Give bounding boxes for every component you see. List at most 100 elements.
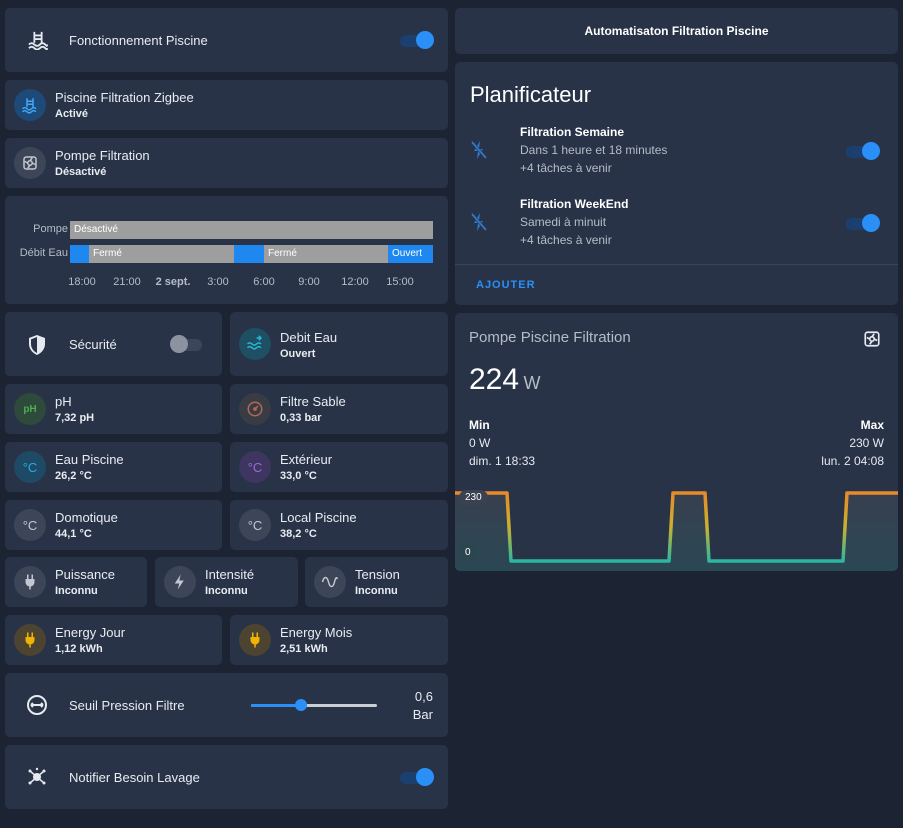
schedule-next: Dans 1 heure et 18 minutes — [520, 143, 668, 157]
min-time: dim. 1 18:33 — [469, 454, 536, 468]
wash-label: Notifier Besoin Lavage — [69, 770, 200, 785]
sensor-name: Eau Piscine — [55, 452, 124, 467]
max-label: Max — [860, 418, 884, 432]
schedule-toggle[interactable] — [844, 214, 880, 232]
current-tile[interactable]: Intensité Inconnu — [155, 557, 298, 607]
energy-name: Energy Jour — [55, 625, 126, 640]
electric-state: Inconnu — [205, 585, 248, 597]
electric-name: Intensité — [205, 567, 255, 582]
threshold-label: Seuil Pression Filtre — [69, 698, 185, 713]
sensor-name: Extérieur — [280, 452, 333, 467]
min-value: 0 W — [469, 436, 491, 450]
pool-room-temp-tile[interactable]: °C Local Piscine 38,2 °C — [230, 500, 448, 550]
pump-state: Désactivé — [55, 166, 107, 178]
plug-icon — [14, 624, 46, 656]
automation-title: Automatisaton Filtration Piscine — [584, 24, 769, 38]
zigbee-tile[interactable]: Piscine Filtration Zigbee Activé — [5, 80, 448, 130]
timeline-segment[interactable] — [70, 245, 89, 263]
voltage-tile[interactable]: Tension Inconnu — [305, 557, 448, 607]
pool-water-temp-tile[interactable]: °C Eau Piscine 26,2 °C — [5, 442, 222, 492]
energy-day-tile[interactable]: Energy Jour 1,12 kWh — [5, 615, 222, 665]
timeline-segment[interactable]: Fermé — [89, 245, 234, 263]
energy-name: Energy Mois — [280, 625, 353, 640]
flow-state: Ouvert — [280, 348, 316, 360]
energy-state: 2,51 kWh — [280, 643, 328, 655]
energy-month-tile[interactable]: Energy Mois 2,51 kWh — [230, 615, 448, 665]
schedule-item[interactable]: Filtration WeekEnd Samedi à minuit +4 tâ… — [520, 197, 628, 247]
security-label: Sécurité — [69, 337, 117, 352]
sine-wave-icon — [314, 566, 346, 598]
electric-state: Inconnu — [55, 585, 98, 597]
sensor-state: 44,1 °C — [55, 528, 92, 540]
celsius-icon: °C — [239, 451, 271, 483]
timeline-segment[interactable]: Désactivé — [70, 221, 433, 239]
domotique-temp-tile[interactable]: °C Domotique 44,1 °C — [5, 500, 222, 550]
min-label: Min — [469, 418, 490, 432]
sensor-name: Local Piscine — [280, 510, 357, 525]
schedule-toggle[interactable] — [844, 142, 880, 160]
flash-off-icon — [471, 141, 487, 159]
scheduler-title: Planificateur — [470, 82, 592, 107]
security-card[interactable]: Sécurité — [5, 312, 222, 376]
outdoor-temp-tile[interactable]: °C Extérieur 33,0 °C — [230, 442, 448, 492]
power-title: Pompe Piscine Filtration — [469, 329, 631, 346]
sensor-state: 33,0 °C — [280, 470, 317, 482]
ph-tile[interactable]: pH pH 7,32 pH — [5, 384, 222, 434]
sensor-state: 38,2 °C — [280, 528, 317, 540]
max-time: lun. 2 04:08 — [821, 454, 884, 468]
shield-icon — [29, 335, 45, 355]
water-flow-icon — [239, 328, 271, 360]
automation-title-card: Automatisaton Filtration Piscine — [455, 8, 898, 54]
timeline-row-label: Débit Eau — [19, 247, 68, 259]
pump-icon — [864, 331, 880, 347]
pump-tile[interactable]: Pompe Filtration Désactivé — [5, 138, 448, 188]
security-toggle[interactable] — [170, 335, 206, 353]
sensor-name: pH — [55, 394, 72, 409]
gauge-icon — [239, 393, 271, 425]
ph-icon: pH — [14, 393, 46, 425]
add-schedule-button[interactable]: AJOUTER — [476, 279, 536, 291]
schedule-item[interactable]: Filtration Semaine Dans 1 heure et 18 mi… — [520, 125, 667, 175]
pool-operation-toggle[interactable] — [398, 31, 434, 49]
pressure-threshold-card: Seuil Pression Filtre 0,6 Bar — [5, 673, 448, 737]
timeline-row-label: Pompe — [33, 223, 68, 235]
energy-state: 1,12 kWh — [55, 643, 103, 655]
pump-name: Pompe Filtration — [55, 148, 150, 163]
timeline-segment[interactable]: Fermé — [264, 245, 388, 263]
celsius-icon: °C — [14, 509, 46, 541]
sensor-state: 7,32 pH — [55, 412, 95, 424]
timeline-segment[interactable]: Ouvert — [388, 245, 433, 263]
wash-notify-card[interactable]: Notifier Besoin Lavage — [5, 745, 448, 809]
zigbee-name: Piscine Filtration Zigbee — [55, 90, 194, 105]
power-sensor-card[interactable]: Pompe Piscine Filtration 224 W Min 0 W d… — [455, 313, 898, 571]
flash-off-icon — [471, 213, 487, 231]
scheduler-card: Planificateur Filtration Semaine Dans 1 … — [455, 62, 898, 305]
celsius-icon: °C — [239, 509, 271, 541]
pool-icon — [28, 31, 48, 50]
pool-operation-card[interactable]: Fonctionnement Piscine — [5, 8, 448, 72]
electric-name: Tension — [355, 567, 400, 582]
threshold-unit: Bar — [412, 707, 433, 722]
graph-min-label: 0 — [459, 545, 477, 560]
splash-icon — [28, 767, 46, 785]
history-timeline-card: Pompe Débit Eau Désactivé Fermé Fermé Ou… — [5, 196, 448, 304]
zigbee-state: Activé — [55, 108, 89, 120]
electric-state: Inconnu — [355, 585, 398, 597]
power-value: 224 — [469, 363, 520, 396]
schedule-more: +4 tâches à venir — [520, 161, 612, 175]
lightning-icon — [164, 566, 196, 598]
flow-tile[interactable]: Debit Eau Ouvert — [230, 312, 448, 376]
schedule-title: Filtration Semaine — [520, 125, 625, 139]
sand-filter-tile[interactable]: Filtre Sable 0,33 bar — [230, 384, 448, 434]
plug-icon — [14, 566, 46, 598]
sensor-name: Domotique — [55, 510, 118, 525]
power-tile[interactable]: Puissance Inconnu — [5, 557, 147, 607]
timeline-segment[interactable] — [234, 245, 264, 263]
wash-toggle[interactable] — [398, 768, 434, 786]
threshold-slider[interactable] — [251, 699, 377, 711]
power-unit: W — [523, 373, 541, 393]
scheduler-divider — [455, 264, 898, 265]
pool-operation-label: Fonctionnement Piscine — [69, 33, 208, 48]
max-value: 230 W — [849, 436, 884, 450]
flow-name: Debit Eau — [280, 330, 338, 345]
